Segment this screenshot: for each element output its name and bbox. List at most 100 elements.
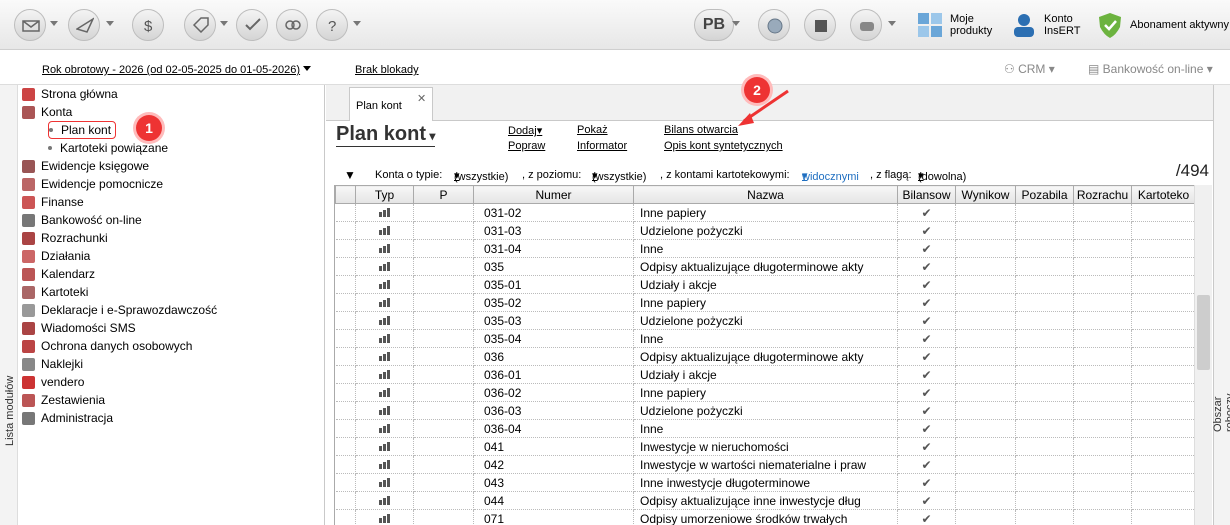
table-row[interactable]: 036-03 Udzielone pożyczki ✔ <box>335 401 1194 420</box>
blokada-link[interactable]: Brak blokady <box>355 64 419 76</box>
column-header[interactable]: Rozrachu <box>1073 185 1132 204</box>
chevron-down-icon[interactable] <box>220 21 228 26</box>
sidebar-item-0[interactable]: Strona główna <box>22 85 118 103</box>
numer-cell: 035-04 <box>473 329 634 348</box>
workspace-panel[interactable]: Obszar roboczy <box>1212 85 1230 525</box>
column-header[interactable]: Numer <box>473 185 634 204</box>
scrollbar-thumb[interactable] <box>1197 295 1210 370</box>
bilans-otwarcia-link[interactable]: Bilans otwarcia <box>664 124 738 136</box>
page-title[interactable]: Plan kont ▾ <box>336 123 436 147</box>
moje-produkty-button[interactable]: Moje produkty <box>916 8 992 42</box>
sidebar-subitem-1[interactable]: Kartoteki powiązane <box>48 139 168 157</box>
flag-cell <box>1015 329 1074 348</box>
filter-typ-value: (wszystkie) <box>454 171 509 183</box>
envelope-icon[interactable] <box>14 9 46 41</box>
chevron-down-icon[interactable] <box>50 21 58 26</box>
informator-link[interactable]: Informator <box>577 140 627 152</box>
sidebar-item-15[interactable]: Zestawienia <box>22 391 105 409</box>
column-header[interactable]: Typ <box>355 185 414 204</box>
sidebar-item-3[interactable]: Ewidencje pomocnicze <box>22 175 163 193</box>
globe-icon[interactable] <box>758 9 790 41</box>
checklist-icon[interactable] <box>236 9 268 41</box>
chevron-down-icon[interactable] <box>732 21 740 26</box>
column-header[interactable]: Wynikow <box>955 185 1016 204</box>
sidebar-item-2[interactable]: Ewidencje księgowe <box>22 157 149 175</box>
table-row[interactable]: 031-04 Inne ✔ <box>335 239 1194 258</box>
cube-icon[interactable] <box>804 9 836 41</box>
link-icon[interactable] <box>276 9 308 41</box>
filter-flaga-select[interactable]: (dowolna) ▾ <box>918 169 966 183</box>
sidebar-item-7[interactable]: Działania <box>22 247 90 265</box>
table-row[interactable]: 071 Odpisy umorzeniowe środków trwałych ✔ <box>335 509 1194 525</box>
abonament-button[interactable]: Abonament aktywny <box>1096 8 1229 42</box>
sidebar-item-14[interactable]: vendero <box>22 373 84 391</box>
column-header[interactable]: Nazwa <box>633 185 898 204</box>
main-panel: Plan kont ✕ Plan kont ▾ Dodaj▾ Popraw Po… <box>326 85 1213 525</box>
column-header[interactable]: Kartoteko <box>1131 185 1194 204</box>
sidebar-item-11[interactable]: Wiadomości SMS <box>22 319 136 337</box>
filter-poziom-select[interactable]: (wszystkie) ▾ <box>592 169 646 183</box>
flag-cell <box>1131 383 1194 402</box>
account-type-icon <box>379 261 390 271</box>
sidebar-item-13[interactable]: Naklejki <box>22 355 83 373</box>
filter-toggle-icon[interactable]: ▼ <box>344 168 356 182</box>
chevron-down-icon[interactable] <box>353 21 361 26</box>
rok-obrotowy-link[interactable]: Rok obrotowy - 2026 (od 02-05-2025 do 01… <box>42 64 300 76</box>
filter-kart-select[interactable]: widocznymi ▾ <box>802 169 859 183</box>
table-row[interactable]: 035-04 Inne ✔ <box>335 329 1194 348</box>
chevron-down-icon[interactable] <box>106 21 114 26</box>
pokaz-link[interactable]: Pokaż <box>577 124 608 136</box>
pb-button[interactable]: PB <box>694 9 734 41</box>
bankowosc-button[interactable]: ▤ Bankowość on-line ▾ <box>1088 62 1213 76</box>
table-row[interactable]: 036 Odpisy aktualizujące długoterminowe a… <box>335 347 1194 366</box>
table-row[interactable]: 036-02 Inne papiery ✔ <box>335 383 1194 402</box>
module-icon <box>22 267 35 281</box>
chevron-down-icon[interactable] <box>888 21 896 26</box>
table-row[interactable]: 035-03 Udzielone pożyczki ✔ <box>335 311 1194 330</box>
opis-kont-link[interactable]: Opis kont syntetycznych <box>664 140 783 152</box>
type-cell <box>355 419 414 438</box>
table-row[interactable]: 035-01 Udziały i akcje ✔ <box>335 275 1194 294</box>
column-header[interactable]: P <box>413 185 474 204</box>
cloud-icon[interactable] <box>850 9 882 41</box>
sidebar-subitem-0[interactable]: Plan kont <box>48 121 117 139</box>
table-row[interactable]: 041 Inwestycje w nieruchomości ✔ <box>335 437 1194 456</box>
close-icon[interactable]: ✕ <box>417 92 426 105</box>
dodaj-link[interactable]: Dodaj▾ <box>508 124 542 137</box>
table-row[interactable]: 036-01 Udziały i akcje ✔ <box>335 365 1194 384</box>
column-header[interactable]: Bilansow <box>897 185 956 204</box>
module-icon <box>22 177 35 191</box>
table-row[interactable]: 036-04 Inne ✔ <box>335 419 1194 438</box>
table-scrollbar[interactable] <box>1194 185 1212 525</box>
sidebar-item-9[interactable]: Kartoteki <box>22 283 88 301</box>
chevron-down-icon[interactable] <box>303 66 311 71</box>
popraw-link[interactable]: Popraw <box>508 140 545 152</box>
dollar-icon[interactable]: $ <box>132 9 164 41</box>
column-header[interactable]: Pozabila <box>1015 185 1074 204</box>
sidebar-item-4[interactable]: Finanse <box>22 193 84 211</box>
tag-icon[interactable] <box>184 9 216 41</box>
sidebar-item-10[interactable]: Deklaracje i e-Sprawozdawczość <box>22 301 217 319</box>
flag-cell <box>955 401 1016 420</box>
sidebar-item-16[interactable]: Administracja <box>22 409 113 427</box>
filter-typ-select[interactable]: (wszystkie) ▾ <box>454 169 508 183</box>
table-row[interactable]: 043 Inne inwestycje długoterminowe ✔ <box>335 473 1194 492</box>
sidebar-item-12[interactable]: Ochrona danych osobowych <box>22 337 192 355</box>
table-row[interactable]: 035-02 Inne papiery ✔ <box>335 293 1194 312</box>
sidebar-item-1[interactable]: Konta <box>22 103 72 121</box>
sidebar-strip[interactable]: Lista modułów <box>0 85 18 525</box>
tab-label: Plan kont <box>356 100 402 112</box>
crm-button[interactable]: ⚇ CRM ▾ <box>1004 62 1055 76</box>
help-icon[interactable]: ? <box>316 9 348 41</box>
table-row[interactable]: 031-03 Udzielone pożyczki ✔ <box>335 221 1194 240</box>
table-row[interactable]: 044 Odpisy aktualizujące inne inwestycje … <box>335 491 1194 510</box>
table-row[interactable]: 031-02 Inne papiery ✔ <box>335 203 1194 222</box>
konto-insert-button[interactable]: Konto InsERT <box>1010 8 1080 42</box>
table-row[interactable]: 042 Inwestycje w wartości niematerialne i… <box>335 455 1194 474</box>
sidebar-item-8[interactable]: Kalendarz <box>22 265 95 283</box>
sidebar-item-5[interactable]: Bankowość on-line <box>22 211 142 229</box>
sidebar-item-6[interactable]: Rozrachunki <box>22 229 108 247</box>
table-row[interactable]: 035 Odpisy aktualizujące długoterminowe a… <box>335 257 1194 276</box>
tab-plan-kont[interactable]: Plan kont ✕ <box>349 87 433 121</box>
send-icon[interactable] <box>68 9 100 41</box>
